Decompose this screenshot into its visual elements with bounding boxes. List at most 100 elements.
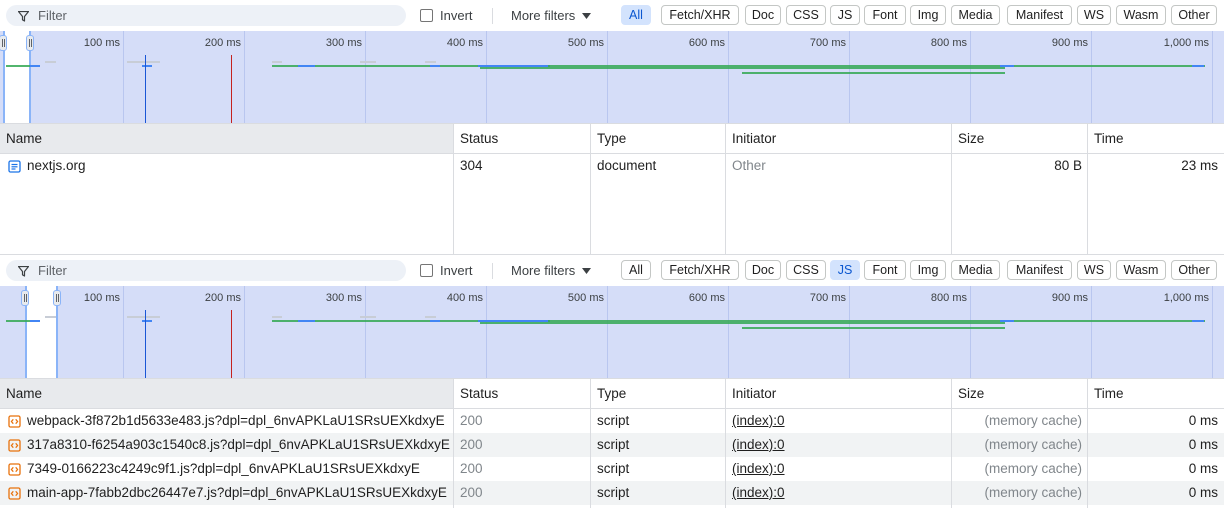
column-header-status[interactable]: Status [454,379,591,408]
waterfall-bar [30,65,40,67]
type-filter-chip-wasm[interactable]: Wasm [1116,5,1166,25]
filter-input[interactable] [38,261,398,280]
type-filter-chip-manifest[interactable]: Manifest [1007,5,1072,25]
filter-box[interactable] [6,5,406,26]
invert-label: Invert [440,8,473,23]
column-divider [590,378,591,508]
column-header-name[interactable]: Name [0,379,454,408]
request-name-cell[interactable]: 317a8310-f6254a903c1540c8.js?dpl=dpl_6nv… [0,433,454,457]
overview-right-handle[interactable] [26,35,34,51]
request-status-cell: 200 [460,437,483,452]
type-filter-chip-all[interactable]: All [621,260,651,280]
request-row[interactable]: webpack-3f872b1d5633e483.js?dpl=dpl_6nvA… [0,409,1224,433]
type-filter-chip-img[interactable]: Img [910,260,946,280]
request-size-cell: (memory cache) [984,485,1082,500]
filter-input[interactable] [38,6,398,25]
overview-right-handle[interactable] [53,290,61,306]
waterfall-bar [142,320,152,322]
type-filter-chip-css[interactable]: CSS [786,5,826,25]
column-header-initiator[interactable]: Initiator [726,124,952,153]
column-header-type[interactable]: Type [591,379,726,408]
type-filter-chip-img[interactable]: Img [910,5,946,25]
column-divider [453,378,454,508]
invert-toggle[interactable]: Invert [420,263,473,278]
request-row[interactable]: nextjs.org 304 document Other 80 B 23 ms [0,154,1224,178]
request-row[interactable]: 317a8310-f6254a903c1540c8.js?dpl=dpl_6nv… [0,433,1224,457]
request-name-cell[interactable]: webpack-3f872b1d5633e483.js?dpl=dpl_6nvA… [0,409,454,433]
overview-left-handle[interactable] [0,35,7,51]
request-initiator-cell[interactable]: (index):0 [726,409,952,433]
more-filters-dropdown[interactable]: More filters [511,263,592,278]
type-filter-chip-ws[interactable]: WS [1077,5,1111,25]
type-filter-chip-js[interactable]: JS [830,5,860,25]
type-filter-chip-ws[interactable]: WS [1077,260,1111,280]
waterfall-bar [430,65,440,67]
type-filter-chip-fetch-xhr[interactable]: Fetch/XHR [661,260,739,280]
overview-tick-label: 700 ms [809,37,846,49]
column-header-time[interactable]: Time [1088,379,1224,408]
type-filter-chip-media[interactable]: Media [951,260,1000,280]
column-header-size[interactable]: Size [952,379,1088,408]
type-filter-chip-js[interactable]: JS [830,260,860,280]
type-filter-chip-doc[interactable]: Doc [745,5,781,25]
overview-gridline [1212,286,1213,378]
overview-gridline [1212,31,1213,123]
column-header-time[interactable]: Time [1088,124,1224,153]
network-overview-timeline[interactable]: 100 ms 200 ms 300 ms 400 ms 500 ms 600 ms 700 … [0,286,1224,378]
request-initiator-cell[interactable]: (index):0 [726,433,952,457]
overview-gridline [365,286,366,378]
invert-checkbox[interactable] [420,9,433,22]
request-name-cell[interactable]: nextjs.org [0,154,454,178]
request-initiator-cell[interactable]: (index):0 [726,481,952,505]
column-header-type[interactable]: Type [591,124,726,153]
type-filter-chip-other[interactable]: Other [1171,260,1217,280]
more-filters-label: More filters [511,8,576,23]
waterfall-bar [360,61,376,63]
type-filter-chip-font[interactable]: Font [864,5,906,25]
waterfall-bar [742,72,1005,74]
request-name: 317a8310-f6254a903c1540c8.js?dpl=dpl_6nv… [27,437,450,452]
type-filter-chip-font[interactable]: Font [864,260,906,280]
type-filter-chip-media[interactable]: Media [951,5,1000,25]
overview-gridline [607,286,608,378]
type-filter-chip-doc[interactable]: Doc [745,260,781,280]
waterfall-bar [298,320,315,322]
more-filters-dropdown[interactable]: More filters [511,8,592,23]
waterfall-bar [298,65,315,67]
overview-gridline [123,286,124,378]
request-row[interactable]: main-app-7fabb2dbc26447e7.js?dpl=dpl_6nv… [0,481,1224,505]
type-filter-chip-all[interactable]: All [621,5,651,25]
overview-gridline [849,31,850,123]
dom-content-loaded-marker [145,55,146,123]
request-time-cell: 0 ms [1188,437,1218,452]
script-icon [8,486,21,500]
network-overview-timeline[interactable]: 100 ms 200 ms 300 ms 400 ms 500 ms 600 ms 700 … [0,31,1224,123]
waterfall-bar [142,65,152,67]
document-icon [8,159,21,173]
request-name-cell[interactable]: main-app-7fabb2dbc26447e7.js?dpl=dpl_6nv… [0,481,454,505]
filter-box[interactable] [6,260,406,281]
waterfall-bar [1000,320,1014,322]
column-divider [951,378,952,508]
overview-gridline [365,31,366,123]
request-row[interactable]: 7349-0166223c4249c9f1.js?dpl=dpl_6nvAPKL… [0,457,1224,481]
column-header-name[interactable]: Name [0,124,454,153]
type-filter-chip-fetch-xhr[interactable]: Fetch/XHR [661,5,739,25]
overview-left-handle[interactable] [21,290,29,306]
request-name-cell[interactable]: 7349-0166223c4249c9f1.js?dpl=dpl_6nvAPKL… [0,457,454,481]
overview-gridline [1091,286,1092,378]
column-header-status[interactable]: Status [454,124,591,153]
request-initiator-cell[interactable]: (index):0 [726,457,952,481]
column-header-size[interactable]: Size [952,124,1088,153]
column-divider [1087,378,1088,508]
column-header-initiator[interactable]: Initiator [726,379,952,408]
type-filter-chip-css[interactable]: CSS [786,260,826,280]
filter-toolbar: Invert More filters All Fetch/XHR DocCSSJSFo… [0,0,1224,31]
type-filter-chip-wasm[interactable]: Wasm [1116,260,1166,280]
type-filter-chip-manifest[interactable]: Manifest [1007,260,1072,280]
invert-checkbox[interactable] [420,264,433,277]
type-filter-chip-other[interactable]: Other [1171,5,1217,25]
invert-toggle[interactable]: Invert [420,8,473,23]
request-time-cell: 0 ms [1188,413,1218,428]
waterfall-bar [742,327,1005,329]
